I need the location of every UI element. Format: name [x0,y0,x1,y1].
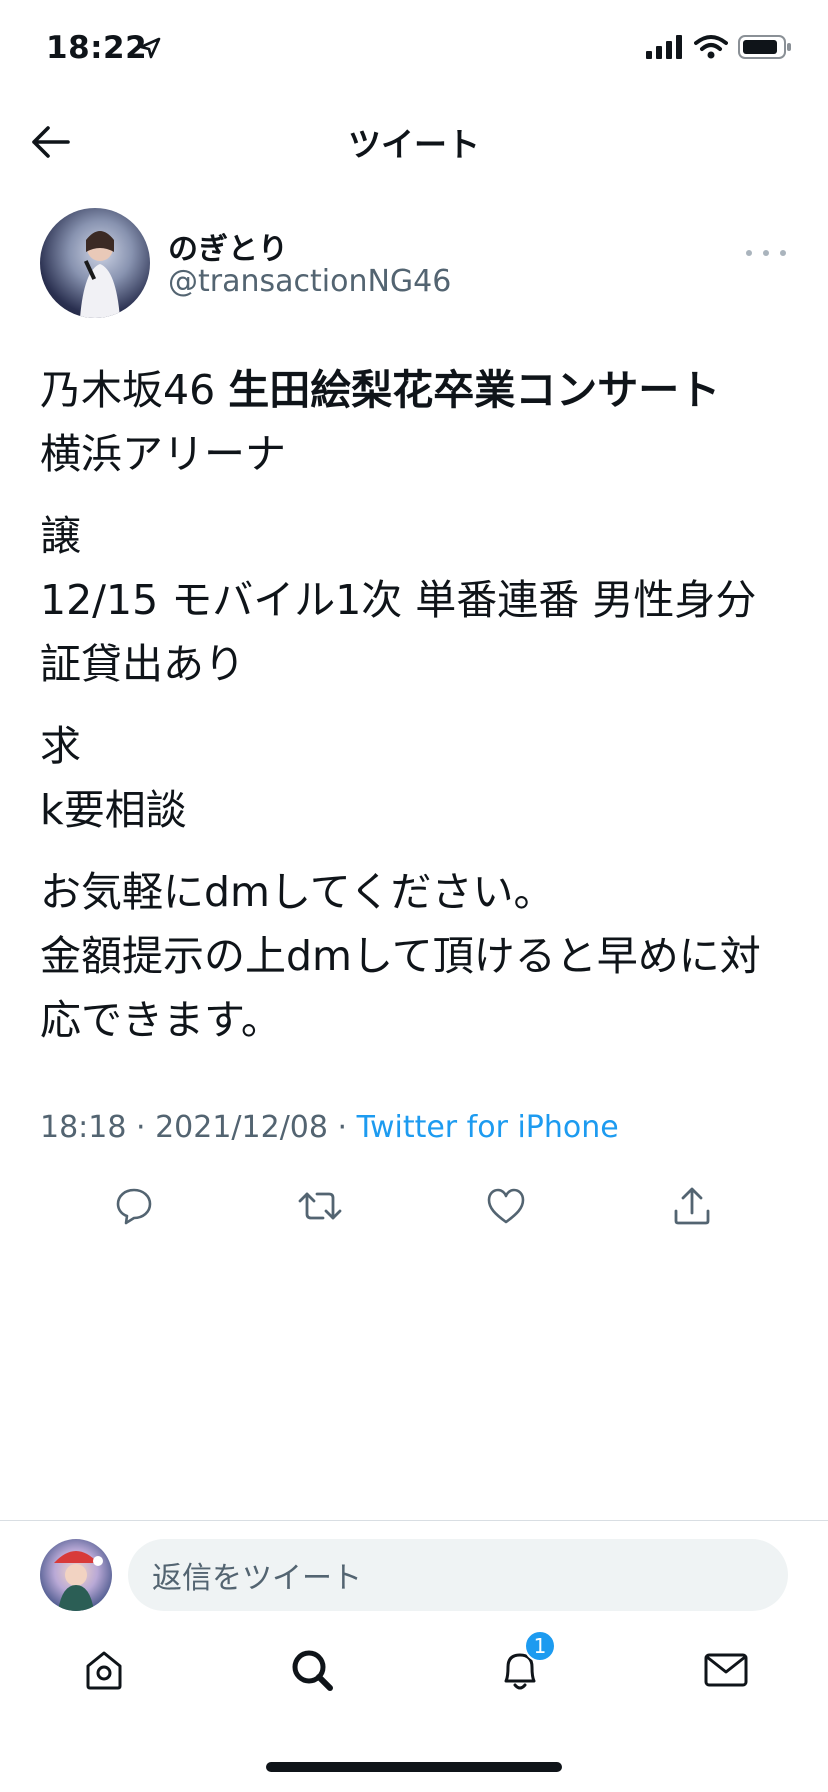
tweet-text-give-detail: 12/15 モバイル1次 単番連番 男性身分証貸出あり [40,576,757,688]
retweet-button[interactable] [292,1178,348,1234]
more-dot-icon [746,250,752,256]
more-options-button[interactable] [746,238,786,268]
notifications-badge: 1 [524,1630,556,1662]
tab-messages[interactable] [696,1640,756,1700]
tweet-text-prefix: 乃木坂46 [40,366,229,414]
location-arrow-icon [139,37,161,59]
user-avatar-image [54,1551,103,1611]
nav-header: ツイート [0,100,828,180]
author-avatar[interactable] [40,208,150,318]
mail-icon [704,1653,748,1687]
cellular-signal-icon [646,35,682,59]
page-title: ツイート [348,125,480,164]
tweet-source-link[interactable]: Twitter for iPhone [357,1110,619,1145]
tab-home[interactable] [74,1640,134,1700]
tweet-text-venue: 横浜アリーナ [40,430,286,478]
search-icon [292,1650,333,1691]
reply-composer: 返信をツイート [0,1520,828,1620]
more-dot-icon [780,250,786,256]
home-indicator[interactable] [266,1762,562,1772]
tweet-text-contact: お気軽にdmしてください。 [40,868,555,916]
tweet-paragraph: お気軽にdmしてください。 金額提示の上dmして頂けると早めに対応できます。 [40,860,790,1052]
tab-notifications[interactable]: 1 [490,1630,556,1700]
share-icon [674,1187,710,1225]
home-icon [86,1651,122,1690]
heart-icon [487,1188,525,1224]
share-button[interactable] [664,1178,720,1234]
tweet-text-want-label: 求 [40,722,81,770]
author-name[interactable]: のぎとり [168,224,288,268]
tweet-body: 乃木坂46 生田絵梨花卒業コンサート 横浜アリーナ 譲 12/15 モバイル1次… [40,358,790,1070]
tweet-paragraph: 求 k要相談 [40,714,790,842]
more-dot-icon [763,250,769,256]
tweet-meta: 18:18 · 2021/12/08 · Twitter for iPhone [40,1110,619,1145]
author-handle[interactable]: @transactionNG46 [168,264,451,299]
battery-icon [738,35,791,59]
wifi-icon [694,35,728,59]
tweet-actions [0,1178,828,1234]
tab-search[interactable] [282,1640,342,1700]
tweet-paragraph: 乃木坂46 生田絵梨花卒業コンサート 横浜アリーナ [40,358,790,486]
tweet-paragraph: 譲 12/15 モバイル1次 単番連番 男性身分証貸出あり [40,504,790,696]
status-indicators [646,34,792,60]
status-bar: 18:22 [0,0,828,100]
tweet-text-want-detail: k要相談 [40,786,187,834]
avatar-image [80,231,120,318]
reply-input[interactable]: 返信をツイート [128,1539,788,1611]
tweet-text-bold: 生田絵梨花卒業コンサート [228,366,721,414]
retweet-icon [298,1192,342,1220]
tweet-timestamp: 18:18 · 2021/12/08 · [40,1110,357,1145]
tweet-text-give-label: 譲 [40,512,81,560]
tab-bar: 1 [0,1630,828,1720]
status-time: 18:22 [46,30,148,66]
like-button[interactable] [478,1178,534,1234]
tweet-text-contact-detail: 金額提示の上dmして頂けると早めに対応できます。 [40,932,761,1044]
reply-button[interactable] [106,1178,162,1234]
user-avatar[interactable] [40,1539,112,1611]
reply-icon [116,1188,152,1225]
